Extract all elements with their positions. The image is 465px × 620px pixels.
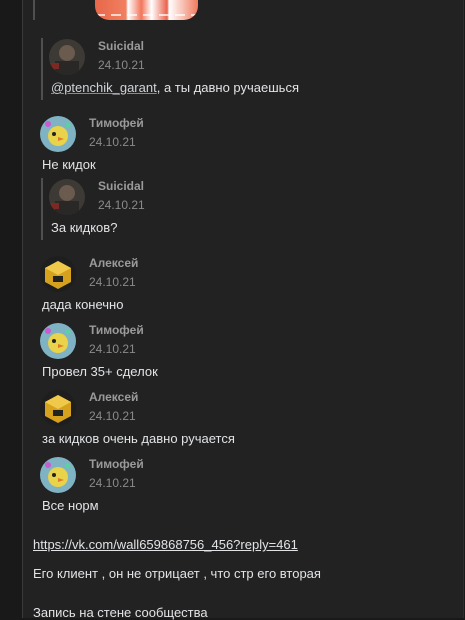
message-date[interactable]: 24.10.21: [98, 58, 145, 72]
author-name[interactable]: Тимофей: [89, 457, 144, 471]
suicidal-avatar[interactable]: [49, 39, 85, 75]
quote-bar-top: [33, 0, 35, 20]
chick-avatar[interactable]: [40, 457, 76, 493]
message-text: дада конечно: [42, 297, 124, 312]
message-text: Не кидок: [42, 157, 96, 172]
message-text: за кидков очень давно ручается: [42, 431, 235, 446]
message-text: Провел 35+ сделок: [42, 364, 158, 379]
cube-avatar[interactable]: [40, 256, 76, 292]
message-date[interactable]: 24.10.21: [89, 275, 136, 289]
chick-avatar[interactable]: [40, 116, 76, 152]
post-reply-link[interactable]: https://vk.com/wall659868756_456?reply=4…: [33, 537, 298, 552]
chick-avatar[interactable]: [40, 323, 76, 359]
author-name[interactable]: Suicidal: [98, 179, 144, 193]
message-date[interactable]: 24.10.21: [98, 198, 145, 212]
author-name[interactable]: Тимофей: [89, 116, 144, 130]
cube-avatar[interactable]: [40, 390, 76, 426]
suicidal-avatar[interactable]: [49, 179, 85, 215]
quote-bar: [41, 38, 43, 100]
message-date[interactable]: 24.10.21: [89, 135, 136, 149]
author-name[interactable]: Алексей: [89, 256, 138, 270]
message-date[interactable]: 24.10.21: [89, 342, 136, 356]
message-date[interactable]: 24.10.21: [89, 476, 136, 490]
message-text: За кидков?: [51, 220, 118, 235]
message-date[interactable]: 24.10.21: [89, 409, 136, 423]
sushi-sticker: [95, 0, 198, 20]
post-comment-text: Его клиент , он не отрицает , что стр ег…: [33, 566, 321, 581]
author-name[interactable]: Suicidal: [98, 39, 144, 53]
forwarded-messages-panel: Suicidal 24.10.21 @ptenchik_garant, а ты…: [22, 0, 464, 620]
author-name[interactable]: Алексей: [89, 390, 138, 404]
author-name[interactable]: Тимофей: [89, 323, 144, 337]
message-text: @ptenchik_garant, а ты давно ручаешься: [51, 80, 299, 95]
quote-bar: [41, 178, 43, 240]
message-text-rest: , а ты давно ручаешься: [156, 80, 299, 95]
user-mention-link[interactable]: @ptenchik_garant: [51, 80, 157, 95]
message-text: Все норм: [42, 498, 99, 513]
